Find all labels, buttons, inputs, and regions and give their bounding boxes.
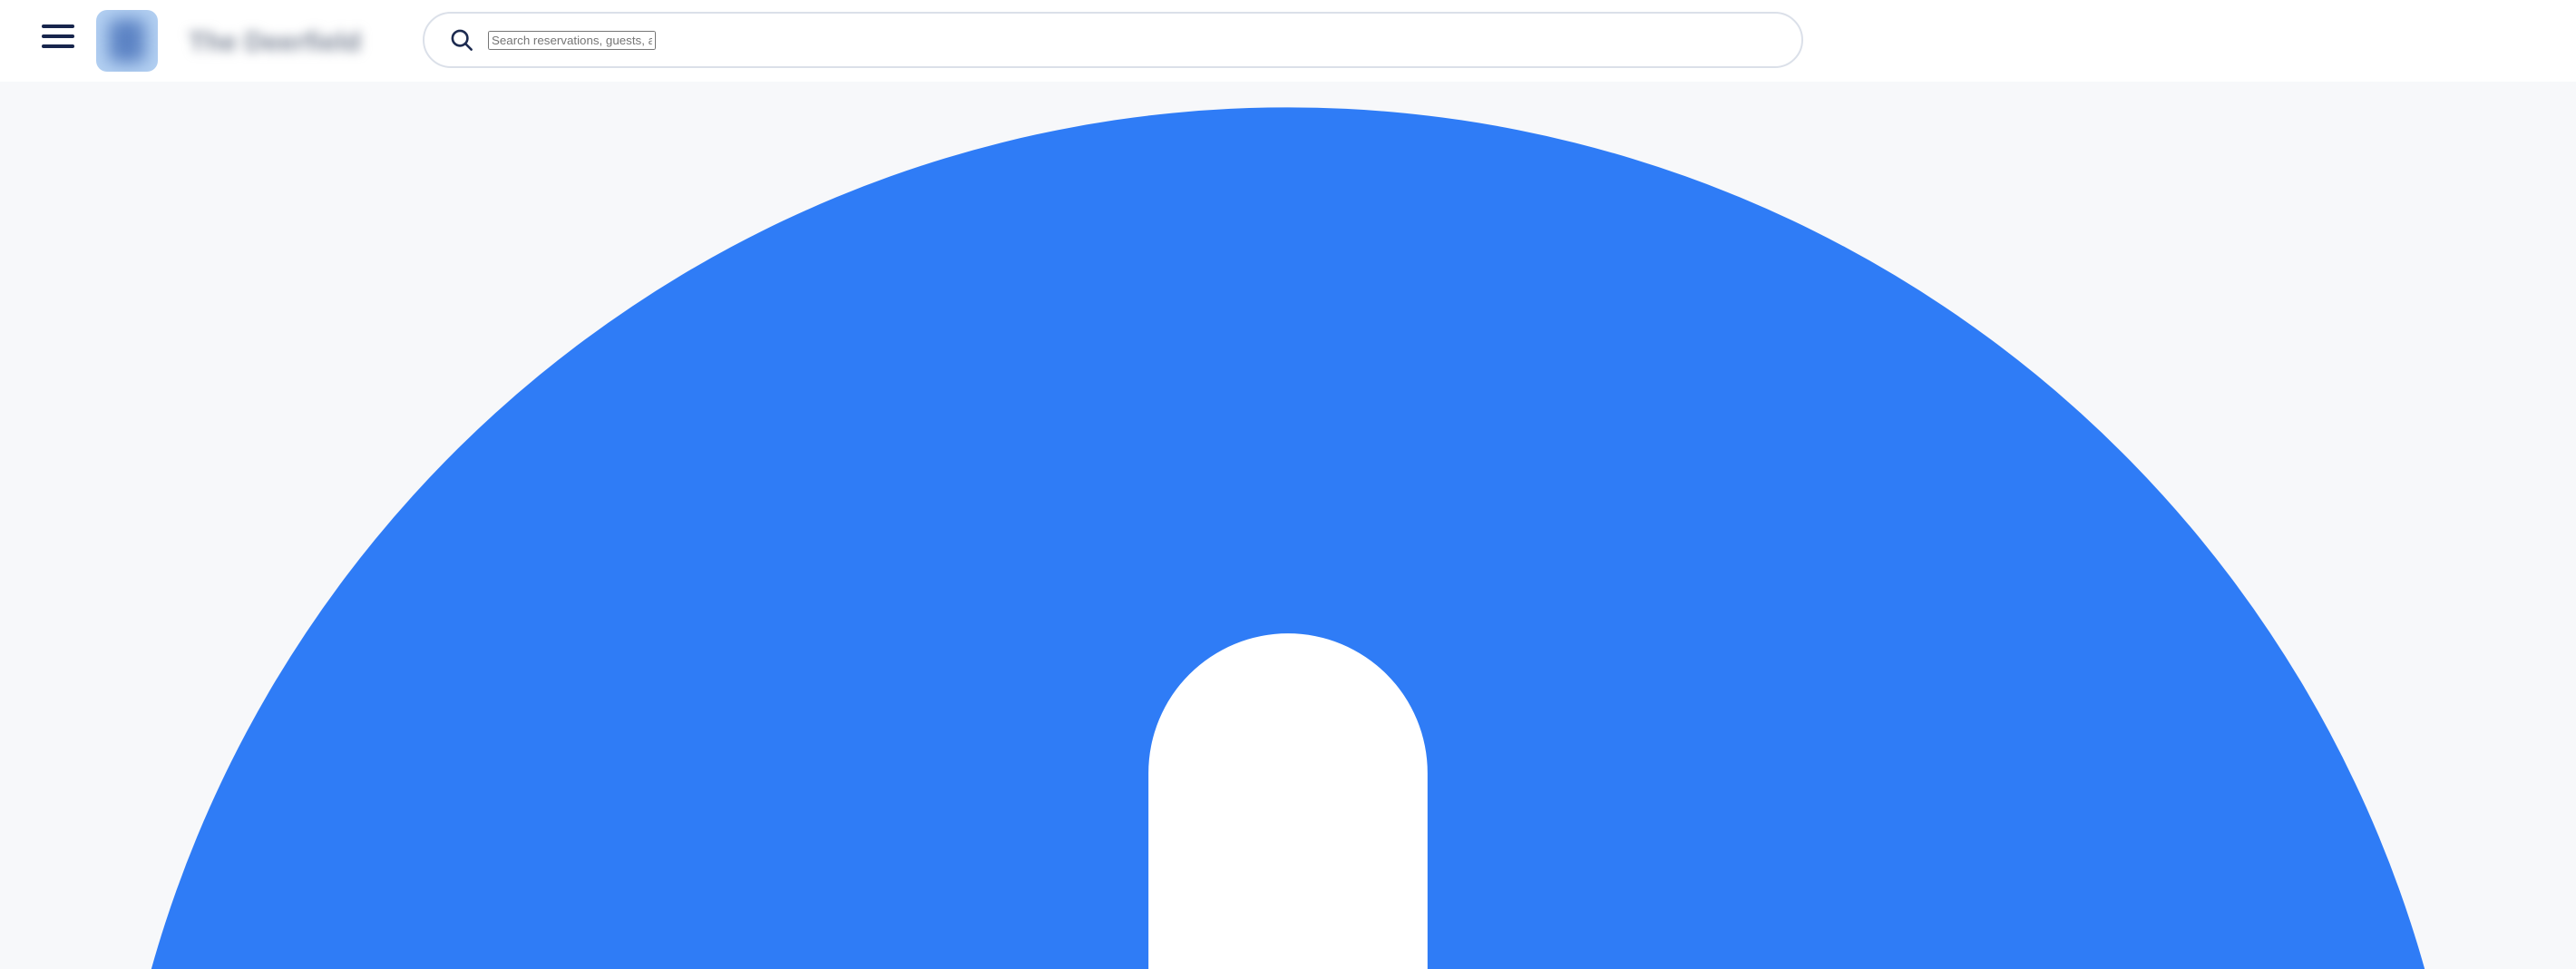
property-logo[interactable]	[96, 10, 158, 72]
reservation-calendar-app: The Deerfield March 2026	[0, 0, 2576, 969]
top-bar: The Deerfield	[0, 0, 2576, 82]
menu-icon[interactable]	[42, 24, 74, 55]
property-name: The Deerfield	[189, 27, 361, 58]
create-plus-icon[interactable]	[0, 0, 2576, 969]
search-icon	[448, 26, 475, 54]
top-icon-group	[0, 0, 2576, 969]
search-input[interactable]	[488, 31, 656, 50]
global-search[interactable]	[423, 12, 1803, 68]
